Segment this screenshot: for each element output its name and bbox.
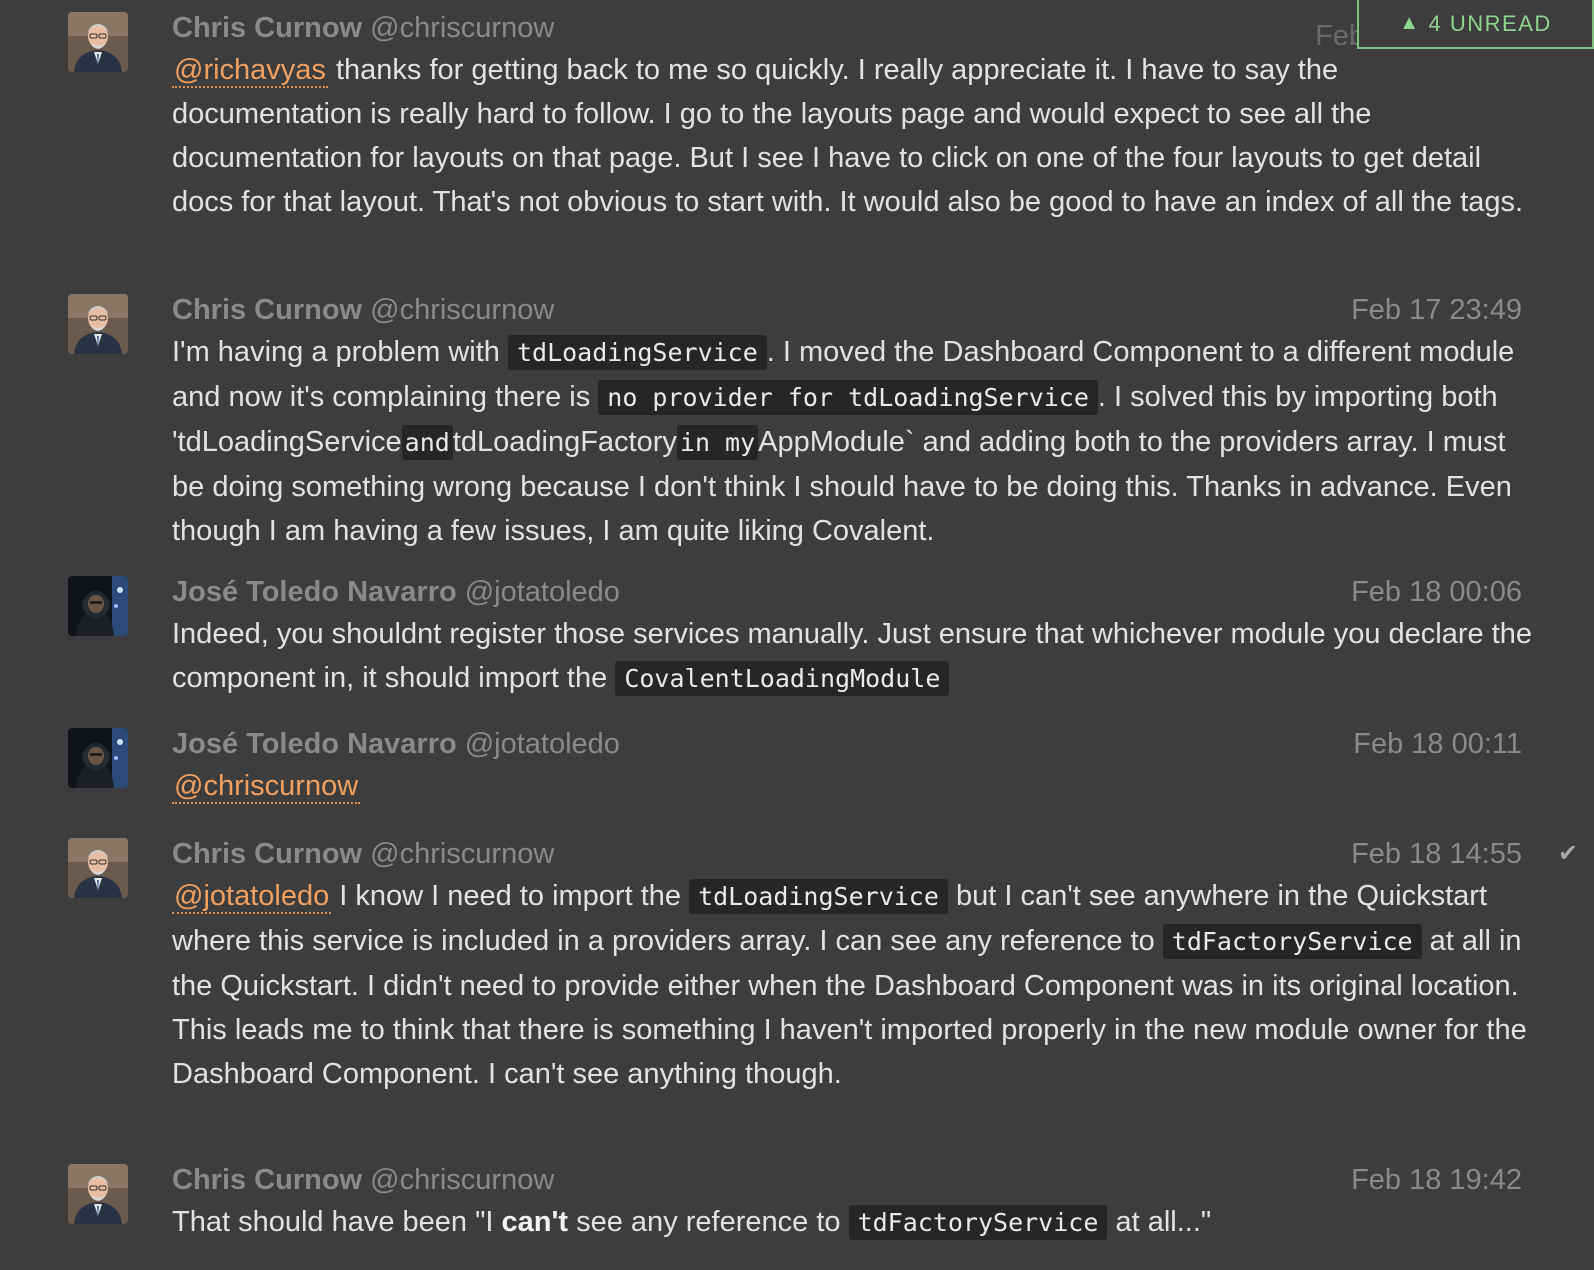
user-mention-link[interactable]: @jotatoledo (172, 880, 332, 914)
inline-code: in my (676, 425, 759, 460)
author-name[interactable]: Chris Curnow (172, 838, 362, 870)
avatar-image (68, 1164, 128, 1224)
message-header: Chris Curnow @chriscurnow Feb 18 14:55 (172, 834, 1534, 874)
timestamp[interactable]: Feb 18 19:42 (1351, 1160, 1522, 1200)
message-header: José Toledo Navarro @jotatoledo Feb 18 00… (172, 724, 1534, 764)
avatar[interactable] (68, 1164, 128, 1224)
author-name[interactable]: Chris Curnow (172, 1164, 362, 1196)
author-handle[interactable]: @chriscurnow (370, 838, 554, 870)
avatar-image (68, 728, 128, 788)
message-text: I know I need to import the (331, 880, 690, 912)
author-name[interactable]: Chris Curnow (172, 12, 362, 44)
author-handle[interactable]: @chriscurnow (370, 12, 554, 44)
chat-message: Chris Curnow@chriscurnow Feb 18 00:16 @r… (0, 0, 1594, 282)
chat-message: Chris Curnow @chriscurnow Feb 18 19:42 Th… (0, 1152, 1594, 1270)
timestamp[interactable]: Feb 17 23:49 (1351, 290, 1522, 330)
chat-message: José Toledo Navarro @jotatoledo Feb 18 00… (0, 564, 1594, 716)
message-header: Chris Curnow @chriscurnow Feb 18 19:42 (172, 1160, 1534, 1200)
avatar-image (68, 838, 128, 898)
author-handle[interactable]: @jotatoledo (465, 576, 620, 608)
message-body: @chriscurnow (172, 764, 1534, 808)
message-text: I'm having a problem with (172, 336, 508, 368)
author-name[interactable]: José Toledo Navarro (172, 576, 457, 608)
message-body: Indeed, you shouldnt register those serv… (172, 612, 1534, 701)
message-text: That should have been "I (172, 1206, 502, 1238)
message-text: thanks for getting back to me so quickly… (172, 54, 1524, 218)
author-handle[interactable]: @chriscurnow (370, 1164, 554, 1196)
message-body: @richavyas thanks for getting back to me… (172, 48, 1534, 224)
user-mention-link[interactable]: @richavyas (172, 54, 328, 88)
avatar[interactable] (68, 728, 128, 788)
avatar[interactable] (68, 576, 128, 636)
inline-code: tdFactoryService (848, 1205, 1108, 1240)
timestamp[interactable]: Feb 18 00:11 (1353, 724, 1522, 764)
read-check-icon: ✔ (1558, 840, 1579, 867)
author-name[interactable]: José Toledo Navarro (172, 728, 457, 760)
inline-code: CovalentLoadingModule (615, 661, 950, 696)
chat-message: José Toledo Navarro @jotatoledo Feb 18 00… (0, 716, 1594, 826)
message-body: I'm having a problem with tdLoadingServi… (172, 330, 1534, 553)
avatar[interactable] (68, 838, 128, 898)
message-text: at all..." (1107, 1206, 1212, 1238)
author-handle[interactable]: @jotatoledo (465, 728, 620, 760)
chat-message-list: Chris Curnow@chriscurnow Feb 18 00:16 @r… (0, 0, 1594, 1270)
chat-message: Chris Curnow @chriscurnow Feb 18 14:55 ✔ … (0, 826, 1594, 1152)
unread-count-label: 4 UNREAD (1428, 10, 1552, 36)
user-mention-link[interactable]: @chriscurnow (172, 770, 361, 804)
timestamp[interactable]: Feb 18 00:06 (1351, 572, 1522, 612)
inline-code: and (401, 425, 453, 460)
inline-code: tdLoadingService (507, 335, 767, 370)
chat-message: Chris Curnow @chriscurnow Feb 17 23:49 I'… (0, 282, 1594, 564)
message-header: José Toledo Navarro @jotatoledo Feb 18 00… (172, 572, 1534, 612)
inline-code: tdLoadingService (689, 879, 948, 914)
inline-code: no provider for tdLoadingService (598, 380, 1098, 415)
avatar-image (68, 12, 128, 72)
author-name[interactable]: Chris Curnow (172, 294, 362, 326)
avatar-image (68, 294, 128, 354)
author-handle[interactable]: @chriscurnow (370, 294, 554, 326)
chevron-up-icon: ▲ (1399, 12, 1421, 34)
avatar[interactable] (68, 294, 128, 354)
message-text: see any reference to (568, 1206, 849, 1238)
message-header: Chris Curnow @chriscurnow Feb 17 23:49 (172, 290, 1534, 330)
message-body: That should have been "I can't see any r… (172, 1200, 1534, 1245)
timestamp[interactable]: Feb 18 14:55 (1351, 834, 1522, 874)
inline-code: tdFactoryService (1162, 924, 1422, 959)
unread-badge[interactable]: ▲ 4 UNREAD (1357, 0, 1594, 49)
message-body: @jotatoledo I know I need to import the … (172, 874, 1534, 1096)
bold-text: can't (501, 1206, 569, 1238)
avatar-image (68, 576, 128, 636)
message-text: tdLoadingFactory (452, 426, 677, 458)
message-header: Chris Curnow@chriscurnow Feb 18 00:16 (172, 8, 1534, 52)
avatar[interactable] (68, 12, 128, 72)
